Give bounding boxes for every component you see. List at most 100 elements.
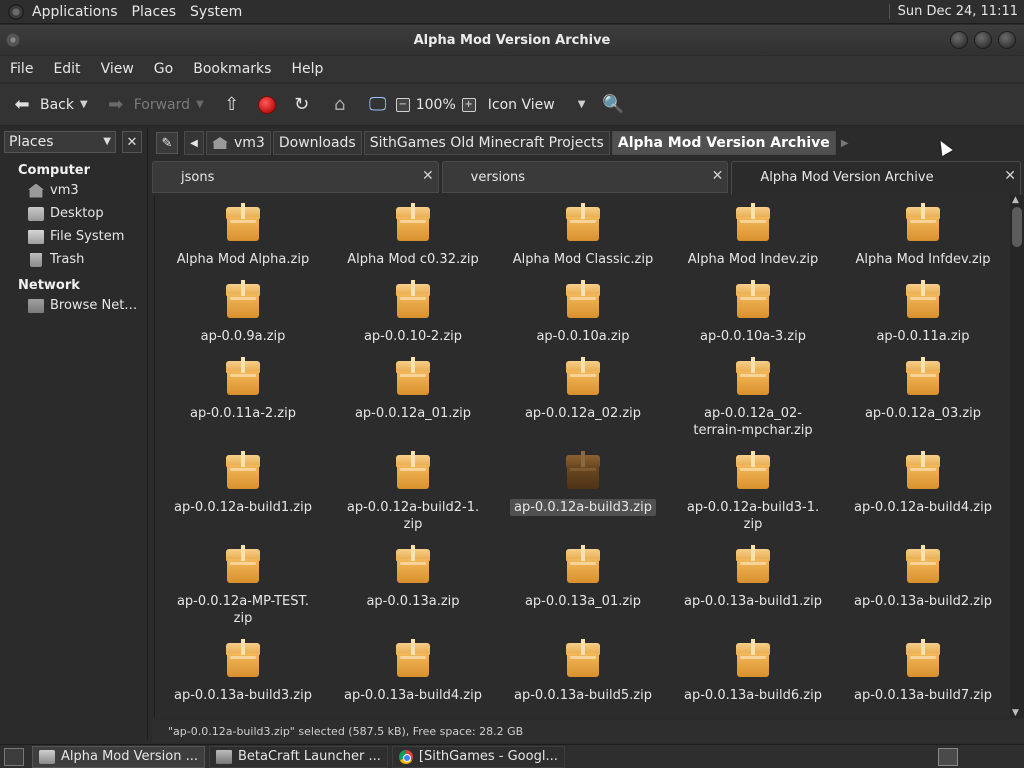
file-item[interactable]: ap-0.0.13a-build1.zip (668, 545, 838, 610)
window-titlebar[interactable]: Alpha Mod Version Archive (0, 25, 1024, 55)
back-history-dropdown[interactable]: ▼ (80, 99, 88, 110)
drive-icon (28, 229, 44, 244)
file-item[interactable]: ap-0.0.11a-2.zip (158, 357, 328, 422)
sidebar-item-trash[interactable]: Trash (0, 248, 147, 271)
breadcrumb-vm3[interactable]: vm3 (206, 131, 271, 155)
file-item[interactable]: ap-0.0.12a-build3.zip (498, 451, 668, 516)
taskbar-item-betacraft[interactable]: BetaCraft Launcher ... (208, 745, 388, 768)
zip-archive-icon (226, 357, 260, 395)
reload-icon[interactable]: ↻ (290, 93, 314, 117)
file-item[interactable]: Alpha Mod Alpha.zip (158, 203, 328, 268)
back-arrow-icon[interactable]: ⬅ (10, 93, 34, 117)
back-button[interactable]: Back (40, 97, 74, 113)
zip-archive-icon (396, 357, 430, 395)
file-item[interactable]: Alpha Mod c0.32.zip (328, 203, 498, 268)
places-menu[interactable]: Places (132, 4, 177, 20)
main-menu-icon[interactable] (8, 3, 24, 20)
menu-edit[interactable]: Edit (53, 61, 80, 77)
file-item[interactable]: ap-0.0.11a.zip (838, 280, 1008, 345)
scrollbar-thumb[interactable] (1012, 207, 1022, 247)
close-icon[interactable]: ✕ (712, 168, 724, 184)
breadcrumb-current[interactable]: Alpha Mod Version Archive (611, 131, 836, 155)
breadcrumb-sithgames[interactable]: SithGames Old Minecraft Projects (363, 131, 610, 155)
file-item[interactable]: ap-0.0.9a.zip (158, 280, 328, 345)
file-item[interactable]: ap-0.0.10-2.zip (328, 280, 498, 345)
up-arrow-icon[interactable]: ⇧ (220, 93, 244, 117)
menu-go[interactable]: Go (154, 61, 173, 77)
side-pane: Places ▼ ✕ Computer vm3 Desktop File Sys… (0, 128, 148, 740)
path-scroll-left-button[interactable]: ◀ (184, 131, 204, 155)
network-icon (28, 298, 44, 313)
file-item[interactable]: Alpha Mod Infdev.zip (838, 203, 1008, 268)
file-item[interactable]: ap-0.0.12a-build4.zip (838, 451, 1008, 516)
menu-file[interactable]: File (10, 61, 33, 77)
home-icon[interactable]: ⌂ (328, 93, 352, 117)
file-item[interactable]: ap-0.0.12a-build1.zip (158, 451, 328, 516)
applications-menu[interactable]: Applications (32, 4, 118, 20)
window-menu-icon[interactable] (6, 33, 20, 47)
file-item[interactable]: ap-0.0.13a.zip (328, 545, 498, 610)
show-desktop-button[interactable] (4, 747, 24, 766)
scroll-down-icon[interactable]: ▼ (1012, 708, 1019, 718)
menu-bookmarks[interactable]: Bookmarks (193, 61, 271, 77)
icon-view[interactable]: Alpha Mod Alpha.zip Alpha Mod c0.32.zip Al… (154, 195, 1010, 718)
sidebar-item-browse-network[interactable]: Browse Net… (0, 294, 147, 317)
system-menu[interactable]: System (190, 4, 242, 20)
computer-icon[interactable]: 🖵 (366, 93, 390, 117)
file-item[interactable]: ap-0.0.12a-build2-1. zip (328, 451, 498, 533)
menu-help[interactable]: Help (291, 61, 323, 77)
file-item[interactable]: ap-0.0.12a_03.zip (838, 357, 1008, 422)
sidebar-item-vm3[interactable]: vm3 (0, 179, 147, 202)
taskbar-item-chrome[interactable]: [SithGames - Googl... (391, 745, 565, 768)
file-item[interactable]: ap-0.0.12a-build3-1. zip (668, 451, 838, 533)
file-name-label: ap-0.0.13a-build2.zip (854, 594, 992, 609)
breadcrumb-downloads[interactable]: Downloads (272, 131, 362, 155)
file-item[interactable]: Alpha Mod Indev.zip (668, 203, 838, 268)
scroll-up-icon[interactable]: ▲ (1012, 195, 1019, 205)
workspace-switcher[interactable] (938, 748, 958, 766)
view-mode-dropdown[interactable]: ▼ (578, 99, 586, 110)
file-item[interactable]: ap-0.0.13a-build7.zip (838, 639, 1008, 704)
stop-icon[interactable] (257, 95, 276, 114)
zoom-in-icon[interactable]: + (461, 97, 476, 112)
sidebar-item-file-system[interactable]: File System (0, 225, 147, 248)
taskbar-item-file-manager[interactable]: Alpha Mod Version ... (32, 745, 205, 768)
clock[interactable]: Sun Dec 24, 11:11 (888, 4, 1018, 19)
side-pane-selector[interactable]: Places ▼ (4, 131, 116, 153)
file-item[interactable]: ap-0.0.13a-build5.zip (498, 639, 668, 704)
zip-archive-icon (906, 357, 940, 395)
file-name-label: ap-0.0.13a-build4.zip (344, 688, 482, 703)
file-item[interactable]: ap-0.0.12a_02.zip (498, 357, 668, 422)
menubar: File Edit View Go Bookmarks Help (0, 56, 1024, 82)
close-icon[interactable]: ✕ (422, 168, 434, 184)
minimize-button[interactable] (950, 31, 968, 49)
view-mode-select[interactable]: Icon View (488, 97, 572, 113)
search-icon[interactable]: 🔍 (601, 93, 625, 117)
file-item[interactable]: Alpha Mod Classic.zip (498, 203, 668, 268)
file-item[interactable]: ap-0.0.13a_01.zip (498, 545, 668, 610)
sidebar-item-label: vm3 (50, 183, 79, 198)
file-item[interactable]: ap-0.0.10a.zip (498, 280, 668, 345)
app-icon (215, 749, 232, 764)
file-item[interactable]: ap-0.0.13a-build6.zip (668, 639, 838, 704)
tab-versions[interactable]: versions ✕ (441, 161, 729, 193)
zoom-out-icon[interactable]: − (395, 97, 410, 112)
file-item[interactable]: ap-0.0.13a-build2.zip (838, 545, 1008, 610)
sidebar-item-desktop[interactable]: Desktop (0, 202, 147, 225)
tab-jsons[interactable]: jsons ✕ (152, 161, 439, 193)
file-item[interactable]: ap-0.0.10a-3.zip (668, 280, 838, 345)
close-icon[interactable]: ✕ (1004, 168, 1016, 184)
close-window-button[interactable] (998, 31, 1016, 49)
file-item[interactable]: ap-0.0.12a_01.zip (328, 357, 498, 422)
file-name-label: ap-0.0.12a-build3-1. zip (686, 500, 820, 532)
file-item[interactable]: ap-0.0.12a-MP-TEST. zip (158, 545, 328, 627)
tab-alpha-mod-version-archive[interactable]: Alpha Mod Version Archive ✕ (731, 161, 1022, 195)
file-item[interactable]: ap-0.0.13a-build3.zip (158, 639, 328, 704)
maximize-button[interactable] (974, 31, 992, 49)
file-item[interactable]: ap-0.0.12a_02- terrain-mpchar.zip (668, 357, 838, 439)
file-item[interactable]: ap-0.0.13a-build4.zip (328, 639, 498, 704)
edit-location-icon[interactable]: ✎ (156, 132, 178, 154)
menu-view[interactable]: View (101, 61, 134, 77)
side-pane-close-button[interactable]: ✕ (122, 131, 142, 153)
vertical-scrollbar[interactable]: ▲ ▼ (1010, 195, 1024, 718)
